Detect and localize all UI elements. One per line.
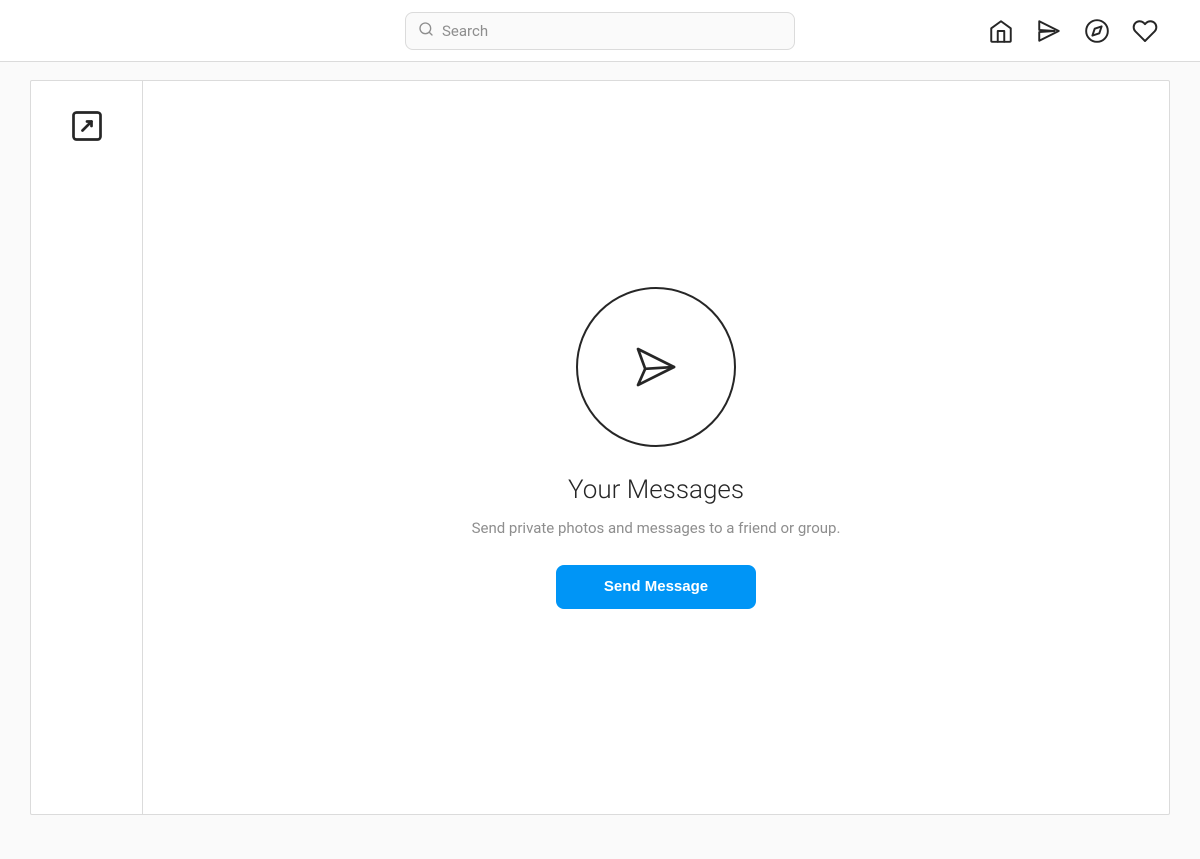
direct-message-icon bbox=[620, 331, 692, 403]
nav-center: Search bbox=[180, 12, 1020, 50]
search-icon bbox=[418, 21, 434, 41]
compose-button[interactable] bbox=[62, 101, 112, 151]
content-wrapper: Your Messages Send private photos and me… bbox=[30, 80, 1170, 815]
main-content: Your Messages Send private photos and me… bbox=[143, 81, 1169, 814]
send-message-button[interactable]: Send Message bbox=[556, 565, 756, 609]
main-layout: Your Messages Send private photos and me… bbox=[0, 62, 1200, 859]
messages-subtitle: Send private photos and messages to a fr… bbox=[472, 519, 841, 537]
heart-icon[interactable] bbox=[1132, 18, 1158, 44]
messages-title: Your Messages bbox=[568, 475, 744, 505]
explore-icon[interactable] bbox=[1084, 18, 1110, 44]
sidebar bbox=[31, 81, 143, 814]
home-icon[interactable] bbox=[988, 18, 1014, 44]
top-navigation: Search bbox=[0, 0, 1200, 62]
messages-icon-circle bbox=[576, 287, 736, 447]
search-placeholder: Search bbox=[442, 22, 488, 40]
nav-right bbox=[1020, 15, 1180, 47]
send-icon[interactable] bbox=[1036, 18, 1062, 44]
search-box[interactable]: Search bbox=[405, 12, 795, 50]
